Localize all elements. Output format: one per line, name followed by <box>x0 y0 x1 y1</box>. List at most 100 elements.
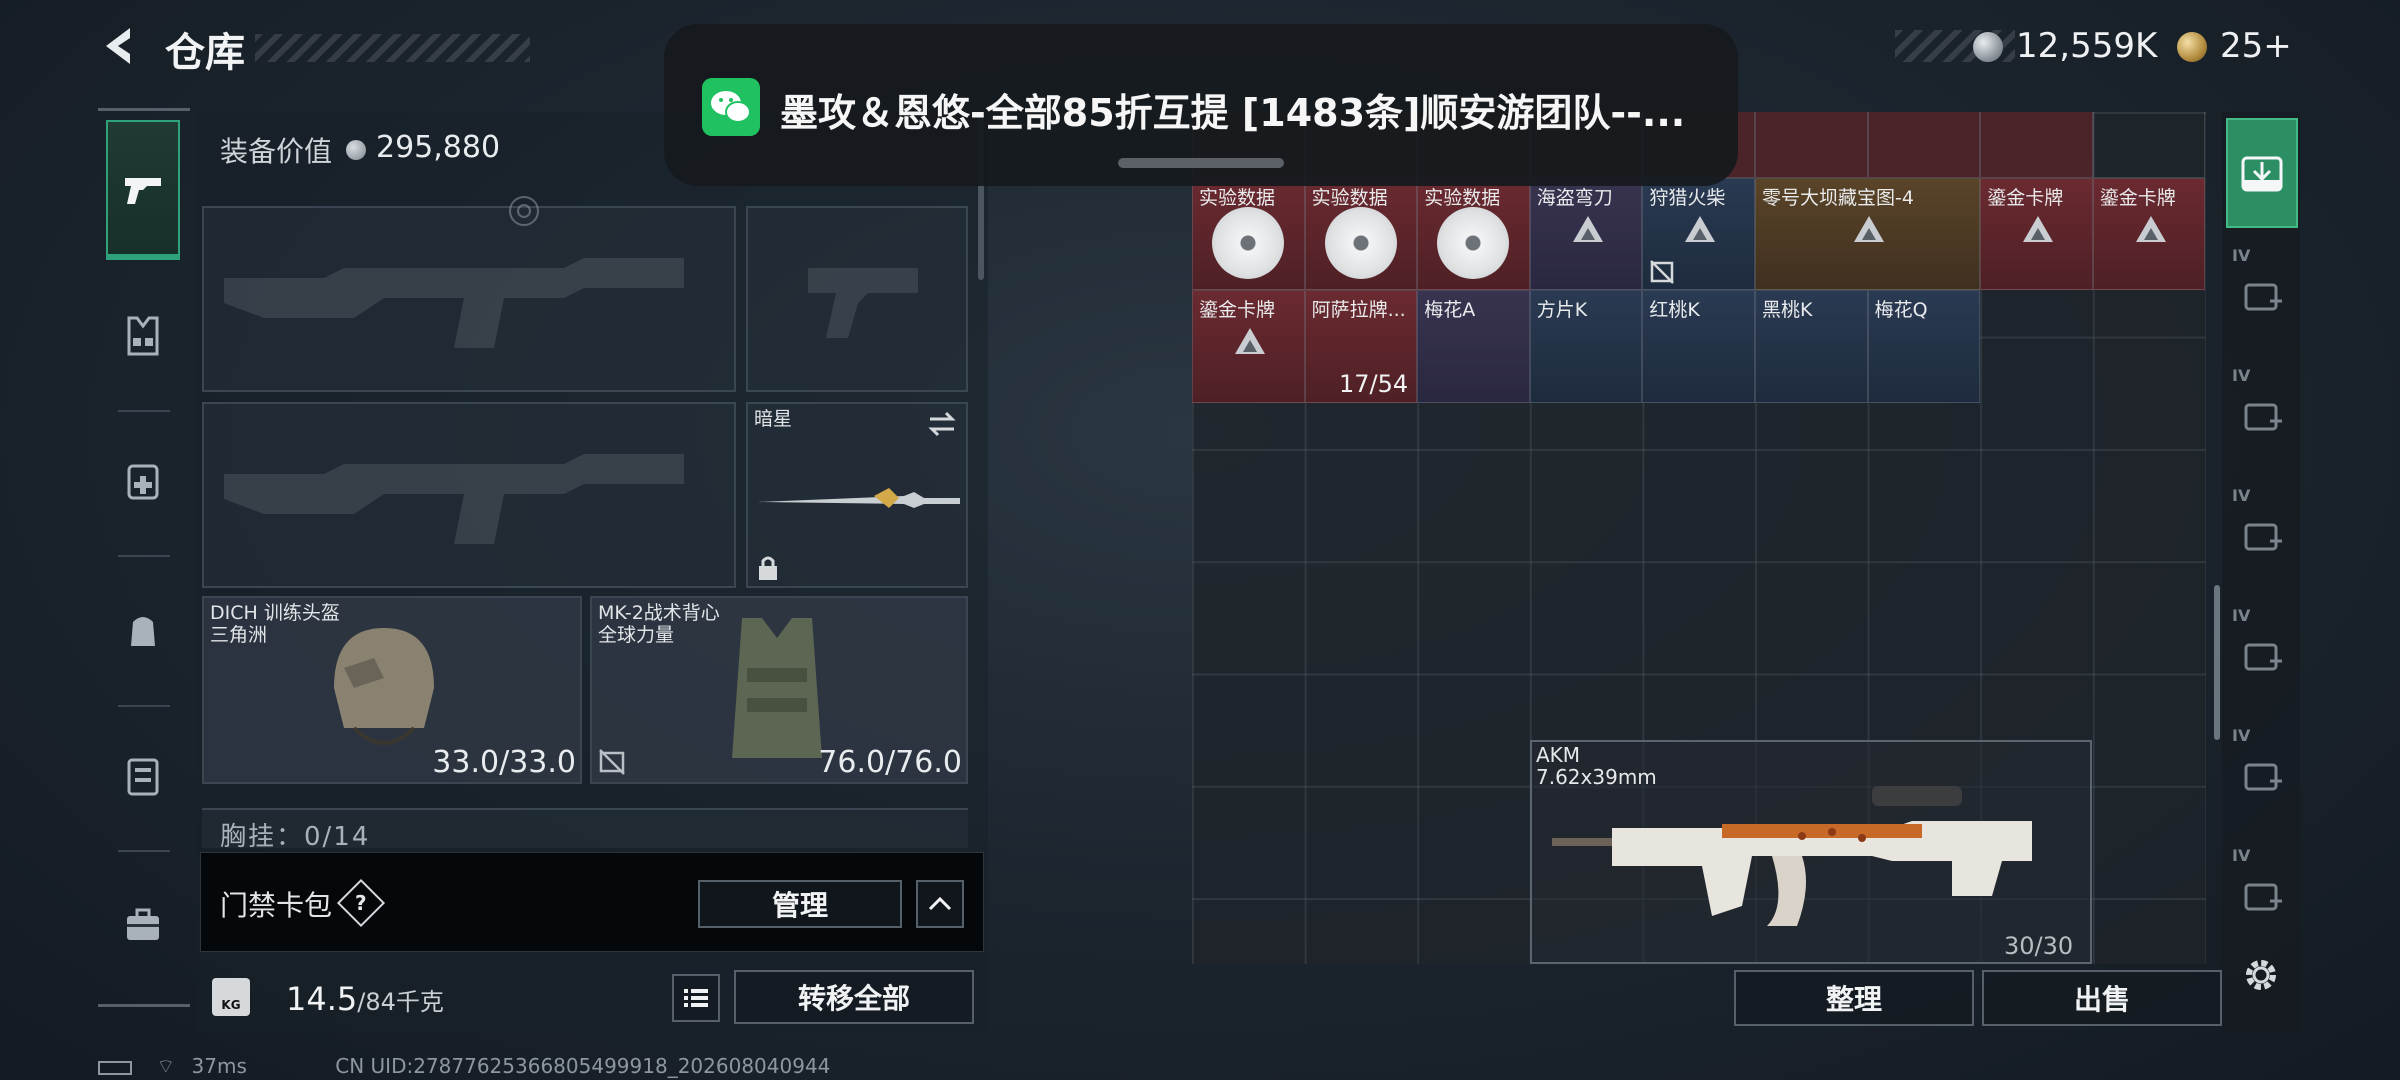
category-toolbox[interactable] <box>106 884 180 964</box>
transfer-all-button[interactable]: 转移全部 <box>734 970 974 1024</box>
storage-cell-partial[interactable] <box>1867 112 1981 178</box>
storage-item[interactable]: 阿萨拉牌... 17/54 <box>1304 290 1418 403</box>
chest-rig-label: 胸挂：0/14 <box>220 822 371 852</box>
uid-text: CN UID:2787762536680549991​8_20260804094… <box>335 1054 831 1078</box>
list-view-button[interactable] <box>672 974 720 1022</box>
item-placeholder-icon <box>2023 216 2054 242</box>
pistol-placeholder-icon <box>808 268 918 338</box>
equipment-value-label: 装备价值 <box>220 135 333 168</box>
manage-button[interactable]: 管理 <box>698 880 902 928</box>
melee-slot[interactable]: 暗星 <box>746 402 968 588</box>
storage-item[interactable]: 鎏金卡牌 <box>2092 178 2206 291</box>
category-armor-rig[interactable] <box>106 296 180 376</box>
data-disc-icon <box>1437 207 1510 279</box>
storage-item[interactable]: 鎏金卡牌 <box>1980 178 2093 291</box>
back-arrow-icon[interactable] <box>96 22 144 70</box>
storage-item[interactable]: 零号大坝藏宝图-4 <box>1755 178 1981 291</box>
storage-tab-3[interactable]: IV <box>2226 360 2298 470</box>
storage-tab-6[interactable]: IV <box>2226 720 2298 830</box>
knife-image <box>758 488 960 508</box>
category-case[interactable] <box>106 736 180 816</box>
rifle-placeholder-icon <box>224 454 684 544</box>
storage-cell-partial[interactable] <box>2092 112 2206 178</box>
pistol-slot[interactable] <box>746 206 968 392</box>
category-backpack[interactable] <box>106 440 180 520</box>
notification-handle[interactable] <box>1118 158 1284 168</box>
storage-item-label: 零号大坝藏宝图-4 <box>1762 187 1914 209</box>
item-placeholder-icon <box>1235 328 1265 355</box>
helmet-name: DICH 训练头盔 <box>210 602 340 624</box>
storage-tab-main[interactable] <box>2226 118 2298 228</box>
vest-name: MK-2战术背心 <box>598 602 720 624</box>
weapon-caliber: 7.62x39mm <box>1536 765 1657 789</box>
storage-item[interactable]: 梅花A <box>1417 290 1530 403</box>
category-separator <box>118 850 170 852</box>
storage-item-label: 鎏金卡牌 <box>2099 187 2176 209</box>
collapse-button[interactable] <box>916 880 964 928</box>
storage-item[interactable]: 实验数据 <box>1192 178 1305 291</box>
storage-tab-5[interactable]: IV <box>2226 600 2298 710</box>
category-bag[interactable] <box>106 590 180 670</box>
storage-item[interactable]: 方片K <box>1529 290 1643 403</box>
storage-item[interactable]: 鎏金卡牌 <box>1192 290 1305 403</box>
storage-case-icon <box>2244 403 2282 431</box>
storage-item[interactable]: 红桃K <box>1642 290 1755 403</box>
weight-value: 14.5 <box>286 980 358 1018</box>
storage-item-label: 阿萨拉牌... <box>1311 299 1406 322</box>
stack-count: 17/54 <box>1339 369 1409 398</box>
notification-text: 墨攻＆恩悠-全部85折互提 [1483条]顺安游团队--... <box>780 91 1686 135</box>
category-weapons[interactable] <box>106 120 180 260</box>
medical-bag-icon <box>127 464 159 500</box>
storage-item[interactable]: 梅花Q <box>1867 290 1981 403</box>
storage-case-icon <box>2244 283 2282 311</box>
no-insure-icon <box>599 749 625 775</box>
settings-gear-icon[interactable] <box>2240 954 2282 996</box>
armor-slot[interactable]: MK-2战术背心 全球力量 76.0/76.0 <box>590 596 968 784</box>
sort-button[interactable]: 整理 <box>1734 970 1974 1026</box>
keycard-label: 门禁卡包 <box>220 889 333 922</box>
storage-case-icon <box>2244 763 2282 791</box>
storage-case-icon <box>2244 523 2282 551</box>
container-icon <box>127 758 159 796</box>
wifi-icon: ⌔ <box>156 1054 176 1078</box>
weapon-ammo: 30/30 <box>2004 932 2074 960</box>
storage-item[interactable]: 实验数据 <box>1304 178 1418 291</box>
item-placeholder-icon <box>1853 216 1884 242</box>
swap-icon[interactable] <box>926 410 958 438</box>
rifle-placeholder-icon <box>224 258 684 348</box>
storage-item-label: 黑桃K <box>1762 299 1813 322</box>
item-placeholder-icon <box>1685 216 1716 242</box>
storage-cell-partial[interactable] <box>1755 112 1868 178</box>
currency-premium-value[interactable]: 25+ <box>2220 26 2292 66</box>
sell-button[interactable]: 出售 <box>1982 970 2222 1026</box>
data-disc-icon <box>1212 207 1284 279</box>
storage-item[interactable]: 实验数据 <box>1417 178 1530 291</box>
category-separator <box>118 410 170 412</box>
download-tray-icon <box>2241 156 2283 192</box>
storage-tab-4[interactable]: IV <box>2226 480 2298 590</box>
backpack-icon <box>131 617 155 646</box>
primary-weapon-slot[interactable] <box>202 196 736 392</box>
help-glyph: ? <box>355 890 367 915</box>
storage-tab-2[interactable]: IV <box>2226 240 2298 350</box>
storage-cell-partial[interactable] <box>1980 112 2093 178</box>
storage-item-label: 方片K <box>1536 299 1588 322</box>
value-coin-icon <box>346 140 366 160</box>
storage-item-label: 实验数据 <box>1424 187 1501 209</box>
secondary-weapon-slot[interactable] <box>202 402 736 588</box>
category-rail-bottom-line <box>98 1004 190 1007</box>
helmet-slot[interactable]: DICH 训练头盔 三角洲 33.0/33.0 <box>202 596 582 784</box>
storage-item[interactable]: 狩猎火柴 <box>1642 178 1755 291</box>
vest-faction: 全球力量 <box>598 624 675 646</box>
vest-image <box>732 618 822 758</box>
storage-scrollbar[interactable] <box>2214 585 2220 740</box>
storage-item-label: 梅花Q <box>1874 299 1928 322</box>
storage-case-icon <box>2244 643 2282 671</box>
storage-tab-7[interactable]: IV <box>2226 840 2298 950</box>
helmet-durability: 33.0/33.0 <box>432 745 576 780</box>
wechat-icon <box>702 78 760 136</box>
akm-image <box>1552 786 2032 926</box>
storage-item[interactable]: 海盗弯刀 <box>1529 178 1643 291</box>
storage-item[interactable]: 黑桃K <box>1755 290 1868 403</box>
premium-coin-icon <box>2177 32 2207 62</box>
